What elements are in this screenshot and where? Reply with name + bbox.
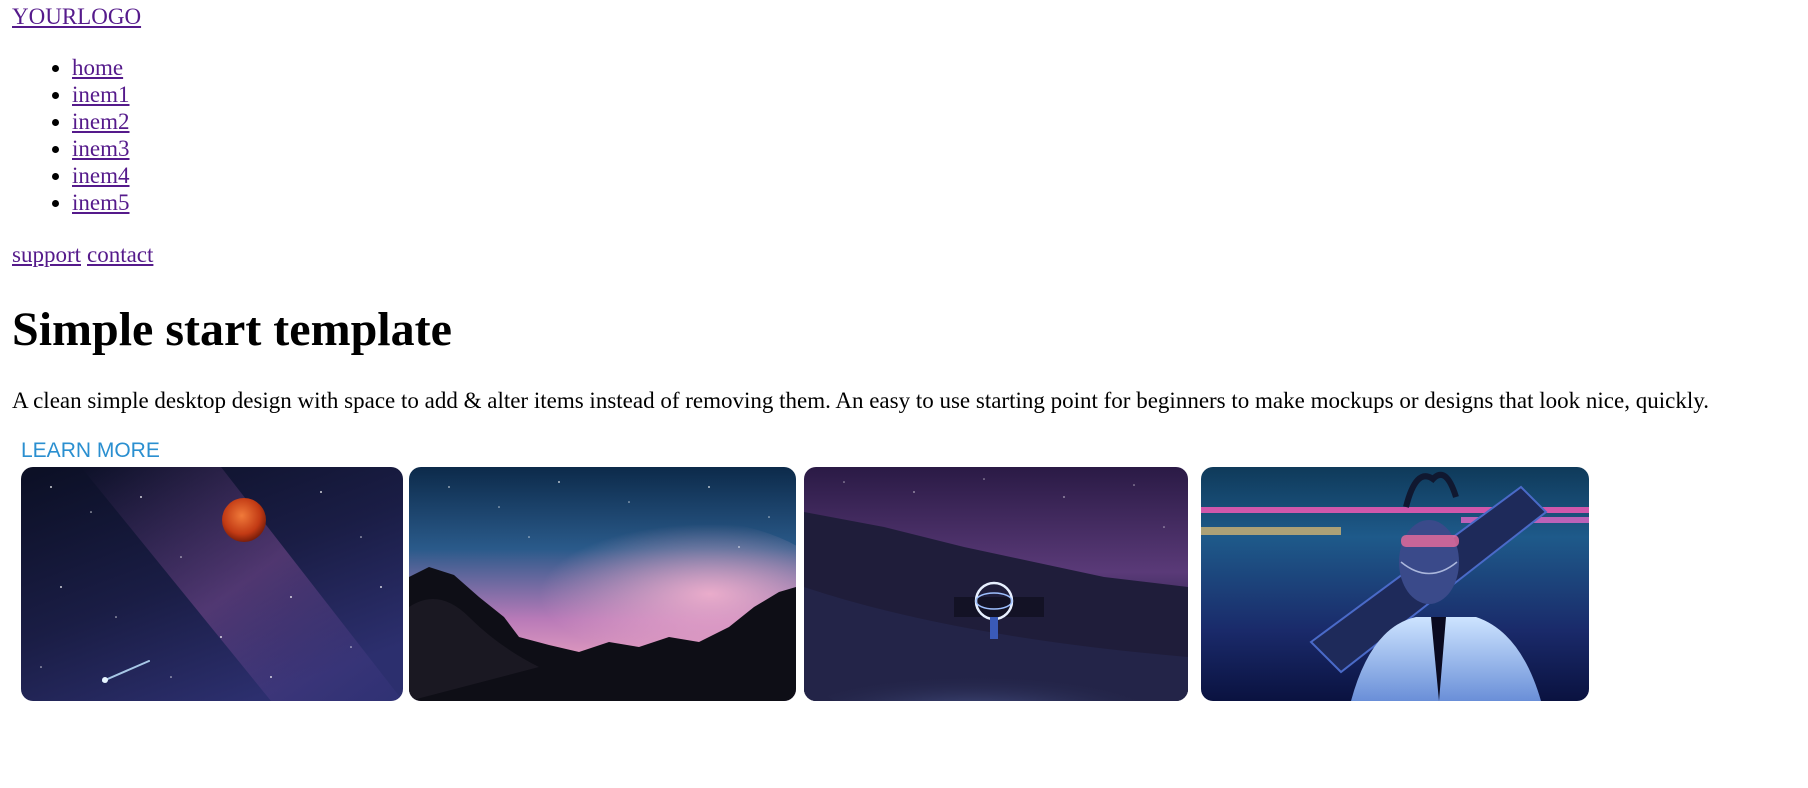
neon-figure-image [1201, 467, 1589, 701]
nav-item-inem3: inem3 [72, 135, 130, 162]
rocky-sky-image [409, 467, 796, 701]
nav-item-inem1: inem1 [72, 81, 130, 108]
intro-text: A clean simple desktop design with space… [12, 388, 1709, 413]
moon-night-sky-image [21, 467, 403, 701]
nav-link-home[interactable]: home [72, 55, 123, 80]
support-link[interactable]: support [12, 242, 81, 267]
nav-item-home: home [72, 54, 130, 81]
nav-item-inem4: inem4 [72, 162, 130, 189]
logo-link[interactable]: YOURLOGO [12, 2, 141, 32]
nav-item-inem2: inem2 [72, 108, 130, 135]
learn-more-button[interactable]: LEARN MORE [21, 438, 160, 464]
gallery-image-moon[interactable] [21, 467, 403, 701]
gallery-image-light-orb[interactable] [804, 467, 1188, 701]
nav-item-inem5: inem5 [72, 189, 130, 216]
page: YOURLOGO home inem1 inem2 inem3 inem4 in… [0, 0, 1808, 788]
secondary-nav: support contact [12, 240, 153, 270]
nav-link-inem2[interactable]: inem2 [72, 109, 130, 134]
nav-link-inem4[interactable]: inem4 [72, 163, 130, 188]
nav-link-inem3[interactable]: inem3 [72, 136, 130, 161]
contact-link[interactable]: contact [87, 242, 153, 267]
gallery-image-rocks[interactable] [409, 467, 796, 701]
gallery-image-neon-figure[interactable] [1201, 467, 1589, 701]
light-orb-image [804, 467, 1188, 701]
nav-link-inem5[interactable]: inem5 [72, 190, 130, 215]
page-title: Simple start template [12, 303, 452, 356]
nav-link-inem1[interactable]: inem1 [72, 82, 130, 107]
main-nav: home inem1 inem2 inem3 inem4 inem5 [0, 54, 130, 216]
